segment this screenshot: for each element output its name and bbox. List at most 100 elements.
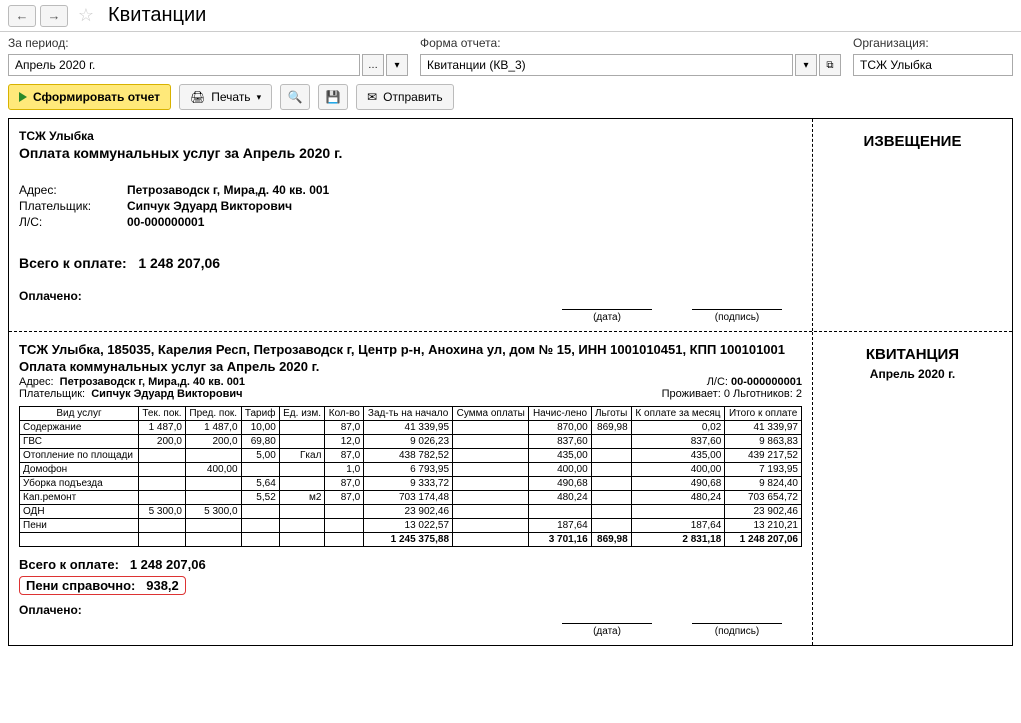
notice-total-label: Всего к оплате: [19, 255, 127, 271]
service-name: Уборка подъезда [20, 477, 139, 491]
table-cell [241, 519, 279, 533]
receipt-payer: Сипчук Эдуард Викторович [91, 388, 242, 400]
table-cell [185, 533, 241, 547]
table-cell [591, 491, 631, 505]
print-button[interactable]: 🖨 Печать ▾ [179, 84, 272, 110]
floppy-icon: 💾 [326, 90, 341, 104]
table-row: ГВС200,0200,069,8012,09 026,23837,60837,… [20, 435, 802, 449]
receipt-heading: Оплата коммунальных услуг за Апрель 2020… [19, 359, 802, 374]
table-cell [279, 505, 325, 519]
table-cell: 9 333,72 [364, 477, 453, 491]
receipt-total-label: Всего к оплате: [19, 557, 119, 572]
table-cell: 400,00 [529, 463, 591, 477]
print-label: Печать [211, 90, 250, 104]
table-cell: 5 300,0 [185, 505, 241, 519]
notice-heading: Оплата коммунальных услуг за Апрель 2020… [19, 145, 802, 161]
table-cell: 13 210,21 [725, 519, 802, 533]
receipt-right-period: Апрель 2020 г. [823, 367, 1002, 381]
play-icon [19, 92, 27, 102]
form-open-button[interactable]: ⧉ [819, 54, 841, 76]
addr-label: Адрес: [19, 183, 119, 197]
table-cell: 87,0 [325, 421, 364, 435]
table-cell [138, 449, 185, 463]
form-input[interactable]: Квитанции (КВ_3) [420, 54, 793, 76]
table-cell: 837,60 [631, 435, 725, 449]
table-cell [325, 519, 364, 533]
table-cell [453, 477, 529, 491]
table-cell: 69,80 [241, 435, 279, 449]
table-cell [138, 477, 185, 491]
table-header: Пред. пок. [185, 407, 241, 421]
table-cell [631, 505, 725, 519]
table-cell [241, 505, 279, 519]
table-cell: 837,60 [529, 435, 591, 449]
table-cell [453, 505, 529, 519]
table-cell [453, 449, 529, 463]
table-cell: 10,00 [241, 421, 279, 435]
receipt-payer-label: Плательщик: [19, 388, 85, 400]
table-cell: 5 300,0 [138, 505, 185, 519]
receipt-peni: 938,2 [146, 578, 179, 593]
notice-right-title: ИЗВЕЩЕНИЕ [823, 133, 1002, 150]
table-cell: 490,68 [529, 477, 591, 491]
service-name: Содержание [20, 421, 139, 435]
table-header: Вид услуг [20, 407, 139, 421]
table-cell [20, 533, 139, 547]
table-cell: 200,0 [185, 435, 241, 449]
table-cell [279, 435, 325, 449]
period-ellipsis-button[interactable]: … [362, 54, 384, 76]
table-cell: 869,98 [591, 533, 631, 547]
table-cell: 5,52 [241, 491, 279, 505]
service-name: Пени [20, 519, 139, 533]
table-cell [453, 463, 529, 477]
preview-button[interactable]: 🔍 [280, 84, 310, 110]
table-cell: 41 339,95 [364, 421, 453, 435]
table-total-row: 1 245 375,883 701,16869,982 831,181 248 … [20, 533, 802, 547]
table-cell: 1 487,0 [138, 421, 185, 435]
table-cell: 3 701,16 [529, 533, 591, 547]
magnifier-icon: 🔍 [288, 90, 303, 104]
table-cell: 400,00 [185, 463, 241, 477]
table-cell: 1 487,0 [185, 421, 241, 435]
table-cell: 869,98 [591, 421, 631, 435]
table-cell [591, 463, 631, 477]
favorite-icon[interactable]: ☆ [76, 6, 96, 26]
form-dropdown-button[interactable]: ▾ [795, 54, 817, 76]
service-name: Домофон [20, 463, 139, 477]
service-name: ОДН [20, 505, 139, 519]
services-table: Вид услугТек. пок.Пред. пок.ТарифЕд. изм… [19, 406, 802, 547]
table-cell [325, 533, 364, 547]
table-cell [453, 519, 529, 533]
send-button[interactable]: ✉ Отправить [356, 84, 454, 110]
table-cell [138, 463, 185, 477]
forward-button[interactable]: → [40, 5, 68, 27]
table-cell: 870,00 [529, 421, 591, 435]
table-cell [138, 519, 185, 533]
receipt-addr-label: Адрес: [19, 376, 54, 388]
table-cell: 490,68 [631, 477, 725, 491]
table-cell: 435,00 [631, 449, 725, 463]
table-cell [279, 463, 325, 477]
service-name: ГВС [20, 435, 139, 449]
table-cell: 1 245 375,88 [364, 533, 453, 547]
table-header: Тариф [241, 407, 279, 421]
table-cell: 187,64 [631, 519, 725, 533]
receipt-total: 1 248 207,06 [130, 557, 206, 572]
org-input[interactable]: ТСЖ Улыбка [853, 54, 1013, 76]
table-cell: 200,0 [138, 435, 185, 449]
table-header: Итого к оплате [725, 407, 802, 421]
date-caption: (дата) [562, 309, 652, 323]
period-dropdown-button[interactable]: ▾ [386, 54, 408, 76]
table-cell [279, 421, 325, 435]
notice-payer: Сипчук Эдуард Викторович [127, 199, 292, 213]
table-cell [185, 449, 241, 463]
table-cell: Гкал [279, 449, 325, 463]
generate-report-button[interactable]: Сформировать отчет [8, 84, 171, 110]
table-header: Ед. изм. [279, 407, 325, 421]
save-button[interactable]: 💾 [318, 84, 348, 110]
notice-paid-label: Оплачено: [19, 289, 802, 303]
period-input[interactable]: Апрель 2020 г. [8, 54, 360, 76]
back-button[interactable]: ← [8, 5, 36, 27]
table-cell [453, 421, 529, 435]
table-row: Кап.ремонт5,52м287,0703 174,48480,24480,… [20, 491, 802, 505]
